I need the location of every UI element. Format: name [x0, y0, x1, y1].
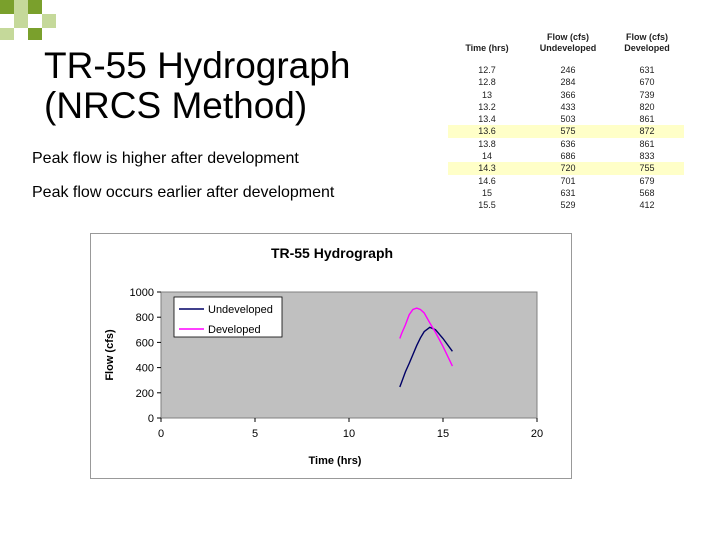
table-cell-developed: 670	[639, 77, 655, 88]
table-cell-developed: 820	[639, 101, 655, 112]
y-tick-label: 800	[136, 312, 154, 324]
table-cell-time: 14.3	[448, 162, 526, 175]
table-row: 13.4 503 861	[448, 113, 684, 125]
table-header-undeveloped-line2: Undeveloped	[539, 43, 597, 53]
x-axis-label: Time (hrs)	[309, 455, 362, 467]
slide-title-line2: (NRCS Method)	[44, 85, 308, 126]
x-tick-label: 20	[531, 428, 543, 440]
legend-label-developed: Developed	[208, 324, 261, 336]
table-row: 13.6 575 872	[448, 125, 684, 138]
table-cell-undeveloped: 631	[560, 187, 576, 198]
table-cell-undeveloped: 433	[560, 101, 576, 112]
flow-data-table: Time (hrs) Flow (cfs) Undeveloped Flow (…	[448, 30, 684, 212]
table-cell-time: 13.8	[478, 138, 496, 149]
legend-label-undeveloped: Undeveloped	[208, 304, 273, 316]
y-tick-label: 1000	[130, 287, 154, 299]
table-header-time: Time (hrs)	[448, 30, 526, 54]
table-row: 12.7 246 631	[448, 64, 684, 76]
table-header-developed-line1: Flow (cfs)	[626, 32, 668, 42]
chart-title: TR-55 Hydrograph	[271, 245, 393, 261]
table-cell-developed: 833	[639, 151, 655, 162]
bullet-peak-earlier: Peak flow occurs earlier after developme…	[32, 184, 335, 201]
x-tick-label: 10	[343, 428, 355, 440]
table-header-developed-line2: Developed	[624, 43, 670, 53]
table-cell-undeveloped: 575	[526, 125, 610, 138]
table-cell-time: 13.4	[478, 114, 496, 125]
x-tick-label: 0	[158, 428, 164, 440]
corner-decoration	[0, 0, 56, 40]
table-cell-developed: 872	[610, 125, 684, 138]
table-row: 14.3 720 755	[448, 162, 684, 175]
table-row: 14 686 833	[448, 150, 684, 162]
table-row: 13 366 739	[448, 89, 684, 101]
table-cell-undeveloped: 529	[560, 200, 576, 211]
table-cell-developed: 755	[610, 162, 684, 175]
table-cell-undeveloped: 246	[560, 65, 576, 75]
slide-title-line1: TR-55 Hydrograph	[44, 45, 351, 86]
table-cell-undeveloped: 284	[560, 77, 576, 88]
table-cell-developed: 631	[639, 65, 655, 75]
table-cell-undeveloped: 701	[560, 175, 576, 186]
table-header-row: Time (hrs) Flow (cfs) Undeveloped Flow (…	[448, 30, 684, 54]
table-cell-time: 14	[481, 151, 492, 162]
y-tick-label: 0	[148, 413, 154, 425]
y-tick-label: 200	[136, 388, 154, 400]
table-header-undeveloped-line1: Flow (cfs)	[547, 32, 589, 42]
table-cell-undeveloped: 503	[560, 114, 576, 125]
y-tick-label: 400	[136, 363, 154, 375]
table-header-time-line1: Time (hrs)	[465, 43, 509, 53]
x-tick-label: 15	[437, 428, 449, 440]
table-row: 13.2 433 820	[448, 101, 684, 113]
hydrograph-svg: TR-55 HydrographTime (hrs)Flow (cfs)0200…	[104, 245, 543, 467]
table-header-undeveloped: Flow (cfs) Undeveloped	[526, 30, 610, 54]
table-row: 15.5 529 412	[448, 199, 684, 211]
table-cell-undeveloped: 366	[560, 89, 576, 100]
y-tick-label: 600	[136, 337, 154, 349]
table-cell-undeveloped: 686	[560, 151, 576, 162]
table-cell-developed: 861	[639, 114, 655, 125]
table-cell-time: 15.5	[478, 200, 496, 211]
table-cell-developed: 679	[639, 175, 655, 186]
table-cell-time: 14.6	[478, 175, 496, 186]
table-cell-time: 13	[481, 89, 492, 100]
hydrograph-chart: TR-55 Hydrograph Time (hrs) Flow (cfs) 0 200…	[90, 233, 572, 479]
table-row: 13.8 636 861	[448, 138, 684, 150]
table-row: 14.6 701 679	[448, 175, 684, 187]
y-axis-label: Flow (cfs)	[104, 329, 116, 381]
table-cell-developed: 568	[639, 187, 655, 198]
table-row: 12.8 284 670	[448, 76, 684, 88]
table-cell-undeveloped: 720	[526, 162, 610, 175]
table-cell-developed: 739	[639, 89, 655, 100]
table-cell-developed: 861	[639, 138, 655, 149]
bullet-peak-higher: Peak flow is higher after development	[32, 150, 299, 167]
table-cell-developed: 412	[639, 200, 655, 211]
x-tick-label: 5	[252, 428, 258, 440]
table-cell-time: 12.7	[478, 65, 496, 75]
table-header-developed: Flow (cfs) Developed	[610, 30, 684, 54]
table-cell-time: 15	[481, 187, 492, 198]
table-cell-undeveloped: 636	[560, 138, 576, 149]
table-row: 15 631 568	[448, 187, 684, 199]
table-body: 12.7 246 631 12.8 284 670 13 366 739 13.2 433 820 13…	[448, 64, 684, 212]
table-cell-time: 13.2	[478, 101, 496, 112]
table-cell-time: 12.8	[478, 77, 496, 88]
slide-title: TR-55 Hydrograph (NRCS Method)	[44, 46, 350, 126]
table-cell-time: 13.6	[448, 125, 526, 138]
